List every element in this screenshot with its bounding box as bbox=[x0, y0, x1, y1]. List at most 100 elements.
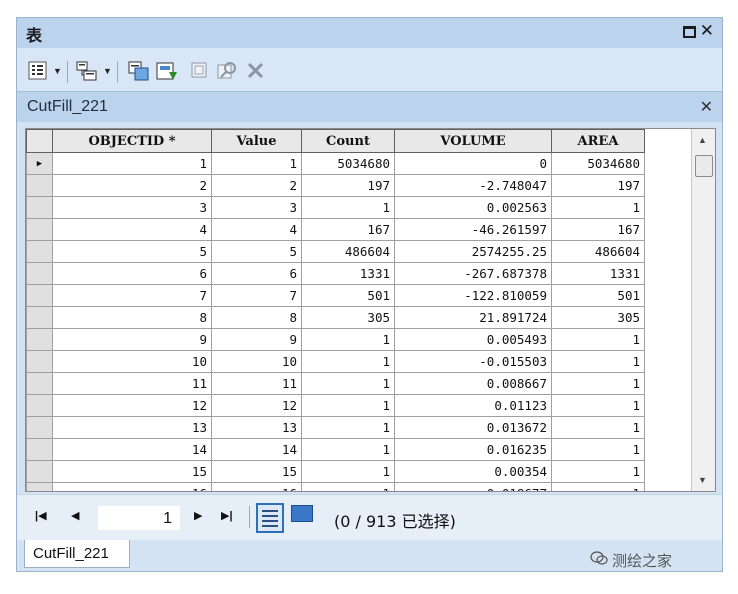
row-selector[interactable] bbox=[26, 240, 53, 263]
previous-record-icon[interactable]: ◀ bbox=[71, 509, 79, 522]
cell-count[interactable]: 1 bbox=[301, 350, 395, 373]
row-selector[interactable] bbox=[26, 306, 53, 329]
row-selector[interactable] bbox=[26, 482, 53, 491]
cell-volume[interactable]: 0 bbox=[394, 152, 552, 175]
cell-area[interactable]: 1 bbox=[551, 416, 645, 439]
cell-area[interactable]: 1 bbox=[551, 350, 645, 373]
cell-count[interactable]: 1 bbox=[301, 482, 395, 491]
row-selector[interactable] bbox=[26, 262, 53, 285]
cell-objectid[interactable]: 3 bbox=[52, 196, 212, 219]
cell-area[interactable]: 1 bbox=[551, 372, 645, 395]
table-row[interactable]: 161610.0186771 bbox=[26, 482, 645, 491]
first-record-icon[interactable]: |◀ bbox=[35, 509, 47, 522]
cell-count[interactable]: 197 bbox=[301, 174, 395, 197]
cell-count[interactable]: 1331 bbox=[301, 262, 395, 285]
row-selector[interactable] bbox=[26, 460, 53, 483]
cell-volume[interactable]: -0.015503 bbox=[394, 350, 552, 373]
cell-count[interactable]: 486604 bbox=[301, 240, 395, 263]
row-selector[interactable] bbox=[26, 218, 53, 241]
row-selector[interactable] bbox=[26, 350, 53, 373]
table-row[interactable]: 7 7 501 -122.810059 501 bbox=[26, 284, 645, 307]
cell-objectid[interactable]: 2 bbox=[52, 174, 212, 197]
vertical-scrollbar[interactable]: ▲ ▼ bbox=[691, 129, 715, 491]
cell-volume[interactable]: 0.002563 bbox=[394, 196, 552, 219]
column-header-objectid[interactable]: OBJECTID * bbox=[52, 129, 212, 153]
cell-value[interactable]: 16 bbox=[211, 482, 302, 491]
table-row[interactable]: 11 11 1 0.008667 1 bbox=[26, 372, 645, 395]
current-record-input[interactable]: 1 bbox=[97, 505, 181, 531]
cell-area[interactable]: 1 bbox=[551, 196, 645, 219]
related-tables-dropdown-icon[interactable]: ▼ bbox=[103, 66, 112, 76]
scroll-thumb[interactable] bbox=[695, 155, 713, 177]
show-selected-records-icon[interactable] bbox=[291, 505, 313, 522]
zoom-to-selected-icon[interactable] bbox=[215, 60, 239, 82]
cell-value[interactable]: 10 bbox=[211, 350, 302, 373]
scroll-up-icon[interactable]: ▲ bbox=[698, 135, 707, 145]
cell-area[interactable]: 305 bbox=[551, 306, 645, 329]
bottom-table-tab[interactable]: CutFill_221 bbox=[24, 540, 130, 568]
cell-count[interactable]: 1 bbox=[301, 460, 395, 483]
cell-volume[interactable]: -2.748047 bbox=[394, 174, 552, 197]
cell-area[interactable]: 1 bbox=[551, 482, 645, 491]
show-all-records-icon[interactable] bbox=[256, 503, 284, 533]
cell-value[interactable]: 3 bbox=[211, 196, 302, 219]
cell-count[interactable]: 1 bbox=[301, 196, 395, 219]
table-tab-title[interactable]: CutFill_221 bbox=[27, 98, 108, 116]
cell-objectid[interactable]: 10 bbox=[52, 350, 212, 373]
column-header-count[interactable]: Count bbox=[301, 129, 395, 153]
table-row[interactable]: 4 4 167 -46.261597 167 bbox=[26, 218, 645, 241]
table-row[interactable]: 13 13 1 0.013672 1 bbox=[26, 416, 645, 439]
cell-value[interactable]: 1 bbox=[211, 152, 302, 175]
cell-area[interactable]: 1 bbox=[551, 394, 645, 417]
cell-area[interactable]: 1 bbox=[551, 328, 645, 351]
cell-count[interactable]: 305 bbox=[301, 306, 395, 329]
close-tab-button[interactable]: ✕ bbox=[700, 97, 713, 117]
restore-icon[interactable] bbox=[683, 26, 696, 38]
table-row[interactable]: 15 15 1 0.00354 1 bbox=[26, 460, 645, 483]
cell-volume[interactable]: -122.810059 bbox=[394, 284, 552, 307]
row-selector[interactable] bbox=[26, 438, 53, 461]
cell-value[interactable]: 5 bbox=[211, 240, 302, 263]
column-header-area[interactable]: AREA bbox=[551, 129, 645, 153]
cell-volume[interactable]: 2574255.25 bbox=[394, 240, 552, 263]
table-row[interactable]: ▶ 1 1 5034680 0 5034680 bbox=[26, 152, 645, 175]
cell-objectid[interactable]: 4 bbox=[52, 218, 212, 241]
cell-objectid[interactable]: 12 bbox=[52, 394, 212, 417]
cell-objectid[interactable]: 8 bbox=[52, 306, 212, 329]
cell-value[interactable]: 2 bbox=[211, 174, 302, 197]
cell-value[interactable]: 9 bbox=[211, 328, 302, 351]
table-row[interactable]: 12 12 1 0.01123 1 bbox=[26, 394, 645, 417]
table-row[interactable]: 9 9 1 0.005493 1 bbox=[26, 328, 645, 351]
cell-objectid[interactable]: 16 bbox=[52, 482, 212, 491]
cell-volume[interactable]: -267.687378 bbox=[394, 262, 552, 285]
switch-selection-icon[interactable] bbox=[155, 60, 181, 82]
cell-area[interactable]: 197 bbox=[551, 174, 645, 197]
cell-objectid[interactable]: 11 bbox=[52, 372, 212, 395]
select-all-header[interactable] bbox=[26, 129, 53, 153]
delete-selected-icon[interactable] bbox=[245, 60, 267, 82]
cell-area[interactable]: 486604 bbox=[551, 240, 645, 263]
column-header-value[interactable]: Value bbox=[211, 129, 302, 153]
row-selector[interactable] bbox=[26, 328, 53, 351]
table-row[interactable]: 2 2 197 -2.748047 197 bbox=[26, 174, 645, 197]
table-row[interactable]: 10 10 1 -0.015503 1 bbox=[26, 350, 645, 373]
last-record-icon[interactable]: ▶| bbox=[221, 509, 233, 522]
cell-value[interactable]: 15 bbox=[211, 460, 302, 483]
cell-value[interactable]: 6 bbox=[211, 262, 302, 285]
scroll-down-icon[interactable]: ▼ bbox=[698, 475, 707, 485]
cell-volume[interactable]: 0.018677 bbox=[394, 482, 552, 491]
cell-objectid[interactable]: 14 bbox=[52, 438, 212, 461]
cell-count[interactable]: 1 bbox=[301, 438, 395, 461]
cell-area[interactable]: 501 bbox=[551, 284, 645, 307]
cell-objectid[interactable]: 9 bbox=[52, 328, 212, 351]
cell-value[interactable]: 14 bbox=[211, 438, 302, 461]
table-options-icon[interactable] bbox=[27, 60, 49, 82]
cell-volume[interactable]: 0.01123 bbox=[394, 394, 552, 417]
row-selector[interactable] bbox=[26, 372, 53, 395]
row-selector[interactable] bbox=[26, 284, 53, 307]
table-row[interactable]: 5 5 486604 2574255.25 486604 bbox=[26, 240, 645, 263]
table-row[interactable]: 14 14 1 0.016235 1 bbox=[26, 438, 645, 461]
cell-count[interactable]: 1 bbox=[301, 394, 395, 417]
select-by-attributes-icon[interactable] bbox=[127, 60, 151, 82]
table-options-dropdown-icon[interactable]: ▼ bbox=[53, 66, 62, 76]
